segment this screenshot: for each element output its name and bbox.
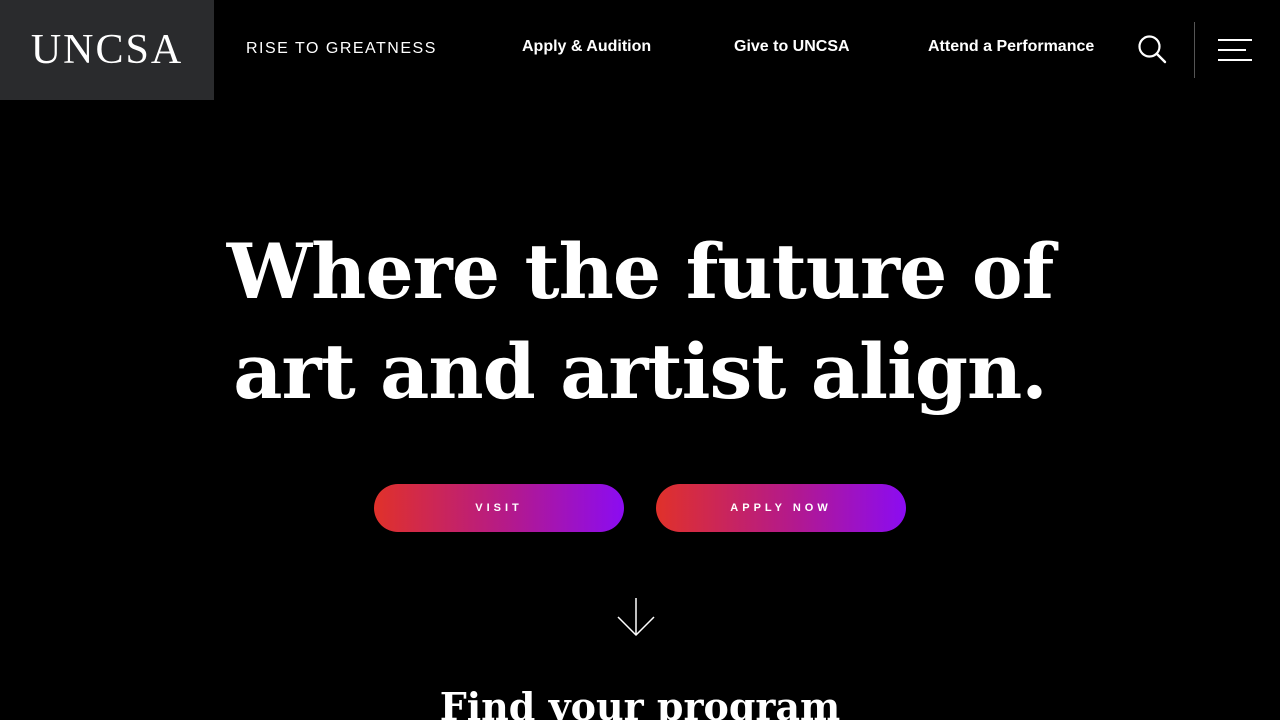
header-divider [1194, 22, 1195, 78]
tagline: RISE TO GREATNESS [246, 40, 437, 57]
search-icon [1138, 35, 1167, 64]
site-header: UNCSA RISE TO GREATNESS Apply & Audition… [0, 0, 1280, 100]
hamburger-menu-icon [1218, 39, 1252, 61]
menu-button[interactable] [1216, 36, 1254, 64]
hero-title-line-2: art and artist align. [233, 327, 1047, 416]
nav-apply-audition[interactable]: Apply & Audition [522, 38, 651, 56]
nav-give-to-uncsa[interactable]: Give to UNCSA [734, 38, 850, 56]
hero-title: Where the future of art and artist align… [140, 222, 1140, 422]
hero-title-line-1: Where the future of [226, 227, 1055, 316]
logo-wordmark: UNCSA [30, 27, 184, 73]
search-button[interactable] [1136, 33, 1168, 65]
uncsa-logo-link[interactable]: UNCSA [0, 0, 214, 100]
nav-attend-performance[interactable]: Attend a Performance [928, 38, 1094, 56]
find-program-heading: Find your program [439, 684, 841, 720]
arrow-down-icon [617, 598, 655, 637]
apply-now-button[interactable]: APPLY NOW [656, 484, 906, 532]
scroll-down-button[interactable] [615, 596, 657, 638]
visit-button[interactable]: VISIT [374, 484, 624, 532]
